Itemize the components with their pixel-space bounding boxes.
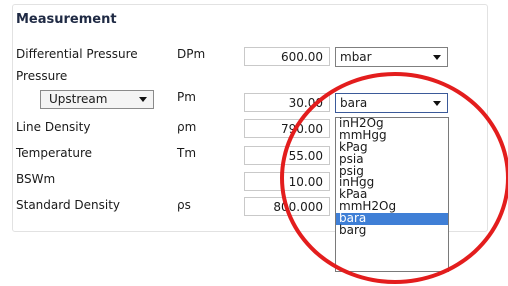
option-barg[interactable]: barg [336, 224, 448, 237]
label-line-density: Line Density [16, 120, 91, 134]
symbol-dpm: DPm [177, 47, 206, 61]
unit-select-value: mbar [340, 50, 372, 64]
chevron-down-icon [139, 97, 147, 102]
differential-pressure-unit-select[interactable]: mbar [335, 47, 448, 67]
symbol-rho-s: ρs [177, 198, 191, 212]
pressure-unit-dropdown-list: inH2Og mmHgg kPag psia psig inHgg kPaa m… [335, 117, 449, 272]
differential-pressure-input[interactable]: 600.00 [244, 47, 330, 66]
line-density-input[interactable]: 790.00 [244, 119, 330, 138]
symbol-rho-m: ρm [177, 120, 197, 134]
standard-density-input[interactable]: 800.000 [244, 197, 330, 216]
unit-select-value: bara [340, 96, 368, 110]
chevron-down-icon [433, 55, 441, 60]
symbol-tm: Tm [177, 146, 197, 160]
chevron-down-icon [433, 101, 441, 106]
pressure-input[interactable]: 30.00 [244, 93, 330, 112]
temperature-input[interactable]: 55.00 [244, 146, 330, 165]
bswm-input[interactable]: 10.00 [244, 172, 330, 191]
pressure-unit-select[interactable]: bara [335, 93, 448, 113]
label-pressure: Pressure [16, 69, 68, 83]
symbol-pm: Pm [177, 90, 196, 104]
label-bswm: BSWm [16, 172, 56, 186]
pressure-location-value: Upstream [49, 92, 108, 106]
pressure-location-select[interactable]: Upstream [40, 90, 154, 109]
label-differential-pressure: Differential Pressure [16, 47, 138, 61]
section-title: Measurement [16, 12, 117, 27]
label-standard-density: Standard Density [16, 198, 121, 212]
label-temperature: Temperature [16, 146, 93, 160]
